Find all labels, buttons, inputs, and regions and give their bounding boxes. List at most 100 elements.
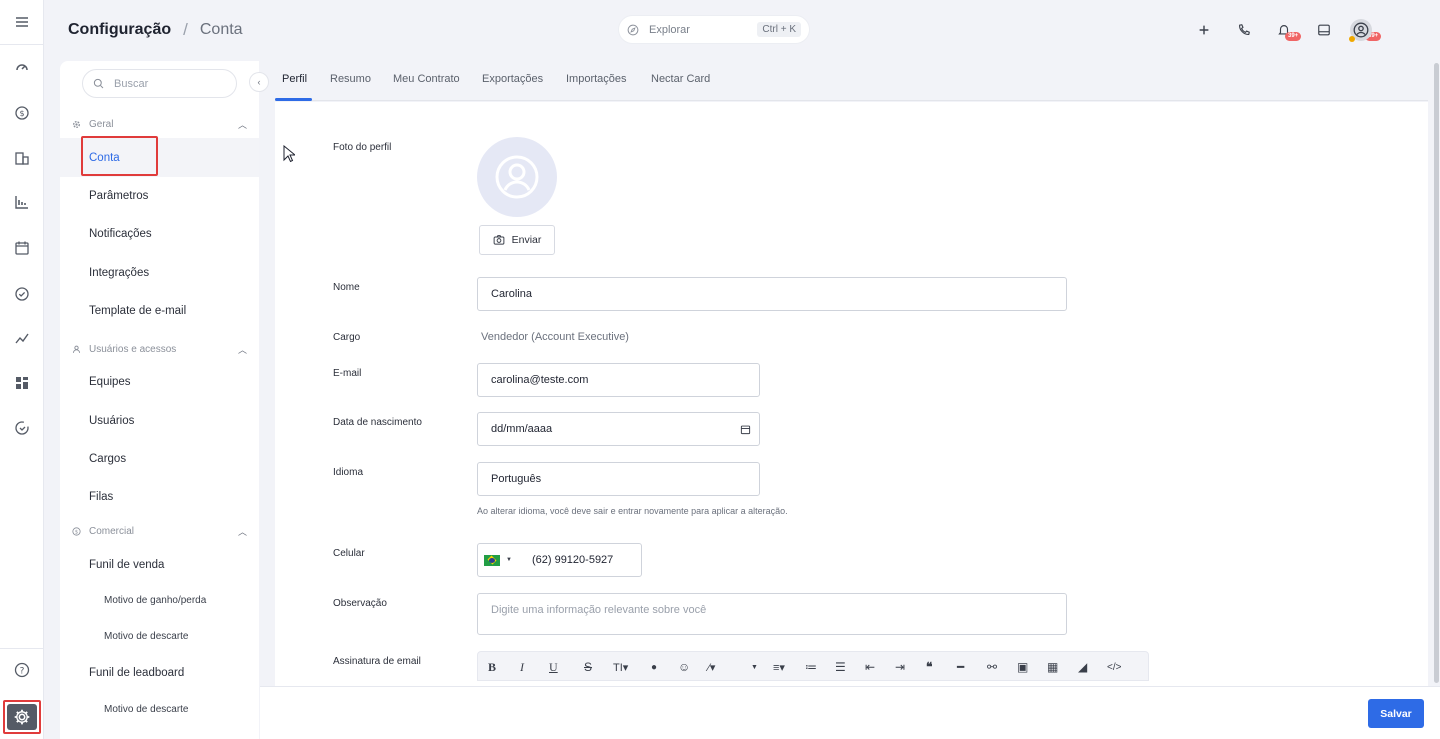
main-content: Perfil Resumo Meu Contrato Exportações I… [275,61,1428,686]
sidebar-item-notificacoes[interactable]: Notificações [89,228,152,240]
upload-photo-button[interactable]: Enviar [479,225,555,255]
sidebar-item-filas[interactable]: Filas [89,491,113,503]
unordered-list-icon[interactable]: ☰ [835,659,846,675]
help-icon[interactable]: ? [12,660,32,680]
check-circle-icon[interactable] [12,284,32,304]
scrollbar-thumb[interactable] [1434,63,1439,683]
language-label: Idioma [333,467,364,478]
code-view-icon[interactable]: </> [1107,659,1121,675]
tab-nectar-card[interactable]: Nectar Card [651,73,710,85]
calendar-icon[interactable] [740,424,751,435]
ordered-list-icon[interactable]: ≔ [805,659,817,675]
phone-icon[interactable] [1234,20,1254,40]
strikethrough-icon[interactable]: S [584,659,592,675]
tab-meu-contrato[interactable]: Meu Contrato [393,73,460,85]
sidebar-item-usuarios[interactable]: Usuários [89,415,134,427]
underline-icon[interactable]: U [549,659,558,675]
breadcrumb-current: Conta [199,21,243,38]
chevron-left-icon: ‹ [257,77,261,87]
settings-sidebar: Buscar Geral ︿ Conta Parâmetros Notifica… [60,61,259,739]
dollar-icon: $ [72,527,81,536]
tab-perfil[interactable]: Perfil [282,73,307,85]
name-input[interactable]: Carolina [477,277,1067,311]
section-label: Geral [89,119,114,130]
photo-label: Foto do perfil [333,142,392,153]
building-icon[interactable] [12,148,32,168]
bold-icon[interactable]: B [488,659,496,675]
sidebar-item-motivo-descarte[interactable]: Motivo de descarte [104,631,189,642]
icon-rail: $ ? [0,0,44,739]
widgets-icon[interactable] [12,373,32,393]
tab-importacoes[interactable]: Importações [566,73,627,85]
chart-icon[interactable] [12,192,32,212]
status-dot [1349,36,1355,42]
text-size-icon[interactable]: TI▾ [613,659,628,675]
dashboard-gauge-icon[interactable] [12,57,32,77]
language-select[interactable]: Português [477,462,760,496]
breadcrumb-root[interactable]: Configuração [68,21,171,39]
add-icon[interactable] [1194,20,1214,40]
scrollbar[interactable] [1434,63,1439,690]
dollar-icon[interactable]: $ [12,103,32,123]
horizontal-rule-icon[interactable]: ━ [957,659,964,675]
sidebar-item-equipes[interactable]: Equipes [89,376,131,388]
sidebar-item-parametros[interactable]: Parâmetros [89,190,148,202]
user-icon [72,345,81,354]
chevron-down-icon[interactable]: ▼ [751,659,758,675]
country-dropdown-icon[interactable]: ▼ [506,557,512,563]
active-tab-indicator [275,98,312,101]
outdent-icon[interactable]: ⇤ [865,659,875,675]
sidebar-item-motivo-descarte-leadboard[interactable]: Motivo de descarte [104,704,189,715]
chevron-up-icon[interactable]: ︿ [238,118,247,131]
settings-button[interactable] [3,700,41,734]
brazil-flag-icon[interactable] [484,554,500,566]
footer-bar: Salvar [260,686,1440,739]
indent-icon[interactable]: ⇥ [895,659,905,675]
sidebar-item-funil-venda[interactable]: Funil de venda [89,559,164,571]
collapse-sidebar-button[interactable]: ‹ [249,72,269,92]
tab-exportacoes[interactable]: Exportações [482,73,543,85]
upload-label: Enviar [511,234,542,246]
tab-resumo[interactable]: Resumo [330,73,371,85]
sidebar-item-template[interactable]: Template de e-mail [89,305,186,317]
table-icon[interactable]: ▦ [1047,659,1058,675]
save-button[interactable]: Salvar [1368,699,1424,728]
link-icon[interactable]: ⚯ [987,659,997,675]
observation-textarea[interactable]: Digite uma informação relevante sobre vo… [477,593,1067,635]
role-label: Cargo [333,332,361,343]
inbox-icon[interactable] [1314,20,1334,40]
language-hint: Ao alterar idioma, você deve sair e entr… [477,506,788,516]
italic-icon[interactable]: I [520,659,524,675]
emoji-icon[interactable]: ☺ [678,659,690,675]
sidebar-item-funil-leadboard[interactable]: Funil de leadboard [89,667,184,679]
magic-format-icon[interactable]: ⁄▾ [708,659,715,675]
phone-input[interactable]: ▼ (62) 99120-5927 [477,543,642,577]
chevron-up-icon[interactable]: ︿ [238,525,247,538]
image-icon[interactable]: ▣ [1017,659,1028,675]
chevron-up-icon[interactable]: ︿ [238,343,247,356]
phone-label: Celular [333,548,365,559]
calendar-icon[interactable] [12,238,32,258]
svg-text:?: ? [20,667,25,677]
section-usuarios[interactable]: Usuários e acessos ︿ [72,343,247,356]
eraser-icon[interactable]: ◢ [1078,659,1087,675]
explore-search[interactable]: Explorar Ctrl + K [618,15,810,44]
bell-icon[interactable]: 39+ [1274,20,1302,41]
activity-icon[interactable] [12,328,32,348]
sidebar-item-integracoes[interactable]: Integrações [89,267,149,279]
birth-date-input[interactable]: dd/mm/aaaa [477,412,760,446]
quote-icon[interactable]: ❝ [926,659,932,675]
section-geral[interactable]: Geral ︿ [72,118,247,131]
align-icon[interactable]: ≡▾ [773,659,785,675]
sidebar-item-motivo-ganho[interactable]: Motivo de ganho/perda [104,595,206,606]
email-input[interactable]: carolina@teste.com [477,363,760,397]
menu-icon[interactable] [12,12,32,32]
name-label: Nome [333,282,360,293]
sidebar-item-cargos[interactable]: Cargos [89,453,126,465]
sync-icon[interactable] [12,418,32,438]
color-drop-icon[interactable]: ● [651,659,657,675]
sidebar-search-input[interactable]: Buscar [82,69,237,98]
signature-label: Assinatura de email [333,656,421,667]
section-comercial[interactable]: $ Comercial ︿ [72,525,247,538]
shortcut-hint: Ctrl + K [757,22,801,37]
